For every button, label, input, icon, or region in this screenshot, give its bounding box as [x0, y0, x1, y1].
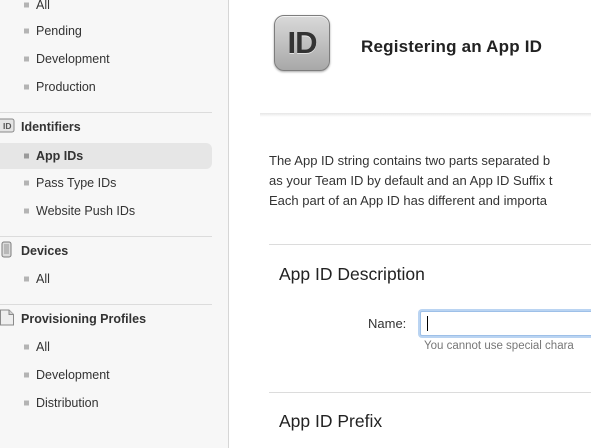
- name-input[interactable]: [420, 311, 591, 336]
- document-icon: [0, 309, 14, 329]
- intro-line: The App ID string contains two parts sep…: [269, 153, 551, 168]
- device-icon: [0, 241, 14, 261]
- sidebar-item-label: Development: [36, 368, 110, 382]
- sidebar-item-label: Development: [36, 52, 110, 66]
- name-help-text: You cannot use special chara: [424, 340, 574, 352]
- page-title: Registering an App ID: [361, 37, 543, 56]
- sidebar-item-devices-all[interactable]: All: [0, 266, 212, 292]
- sidebar-item-profiles-distribution[interactable]: Distribution: [0, 390, 212, 416]
- bullet-icon: [24, 208, 29, 214]
- bullet-icon: [24, 28, 29, 34]
- sidebar-item-pass-type-ids[interactable]: Pass Type IDs: [0, 170, 212, 196]
- header-divider: [260, 113, 591, 117]
- sidebar-item-label: Pending: [36, 24, 82, 38]
- sidebar-item-certificates-development[interactable]: Development: [0, 46, 212, 72]
- section-title-app-id-prefix: App ID Prefix: [279, 411, 383, 431]
- id-icon-text: ID: [3, 121, 12, 131]
- sidebar-item-certificates-production[interactable]: Production: [0, 74, 212, 100]
- section-header-label: Provisioning Profiles: [21, 312, 147, 326]
- section-header-label: Devices: [21, 244, 69, 258]
- bullet-icon: [24, 2, 29, 8]
- sidebar-item-label: Pass Type IDs: [36, 176, 117, 190]
- bullet-icon: [24, 84, 29, 90]
- intro-line: Each part of an App ID has different and…: [269, 193, 547, 208]
- intro-line: as your Team ID by default and an App ID…: [269, 173, 553, 188]
- sidebar-section-provisioning-profiles[interactable]: Provisioning Profiles: [0, 307, 229, 331]
- bullet-icon: [24, 276, 29, 282]
- bullet-icon: [24, 180, 29, 186]
- section-title-app-id-description: App ID Description: [279, 264, 425, 284]
- name-label: Name:: [368, 316, 407, 331]
- main-content: ID Registering an App ID The App ID stri…: [230, 0, 591, 448]
- sidebar-item-label: Website Push IDs: [36, 204, 136, 218]
- sidebar-item-app-ids[interactable]: App IDs: [0, 143, 212, 169]
- bullet-icon: [24, 56, 29, 62]
- app-id-icon: ID: [274, 15, 330, 71]
- id-icon: ID: [0, 118, 15, 136]
- sidebar-item-label: Distribution: [36, 396, 99, 410]
- section-header-label: Identifiers: [21, 120, 81, 134]
- sidebar-item-label: Production: [36, 80, 96, 94]
- intro-paragraph: The App ID string contains two parts sep…: [269, 151, 591, 211]
- sidebar-item-website-push-ids[interactable]: Website Push IDs: [0, 198, 212, 224]
- bullet-icon: [24, 153, 29, 159]
- sidebar-item-certificates-pending[interactable]: Pending: [0, 18, 212, 44]
- sidebar-item-label: All: [36, 0, 50, 12]
- bullet-icon: [24, 372, 29, 378]
- sidebar-item-label: App IDs: [36, 149, 84, 163]
- bullet-icon: [24, 344, 29, 350]
- sidebar-item-label: All: [36, 272, 50, 286]
- sidebar-section-identifiers[interactable]: ID Identifiers: [0, 115, 229, 139]
- section-divider: [269, 244, 591, 245]
- sidebar-item-profiles-development[interactable]: Development: [0, 362, 212, 388]
- bullet-icon: [24, 400, 29, 406]
- sidebar-item-label: All: [36, 340, 50, 354]
- section-divider: [269, 392, 591, 393]
- sidebar-section-devices[interactable]: Devices: [0, 239, 229, 263]
- text-cursor: [427, 316, 428, 331]
- sidebar-divider: [0, 112, 212, 113]
- sidebar-item-profiles-all[interactable]: All: [0, 334, 212, 360]
- sidebar-item-certificates-all[interactable]: All: [0, 0, 212, 18]
- sidebar: All Pending Development Production ID Id…: [0, 0, 229, 448]
- sidebar-divider: [0, 304, 212, 305]
- sidebar-divider: [0, 236, 212, 237]
